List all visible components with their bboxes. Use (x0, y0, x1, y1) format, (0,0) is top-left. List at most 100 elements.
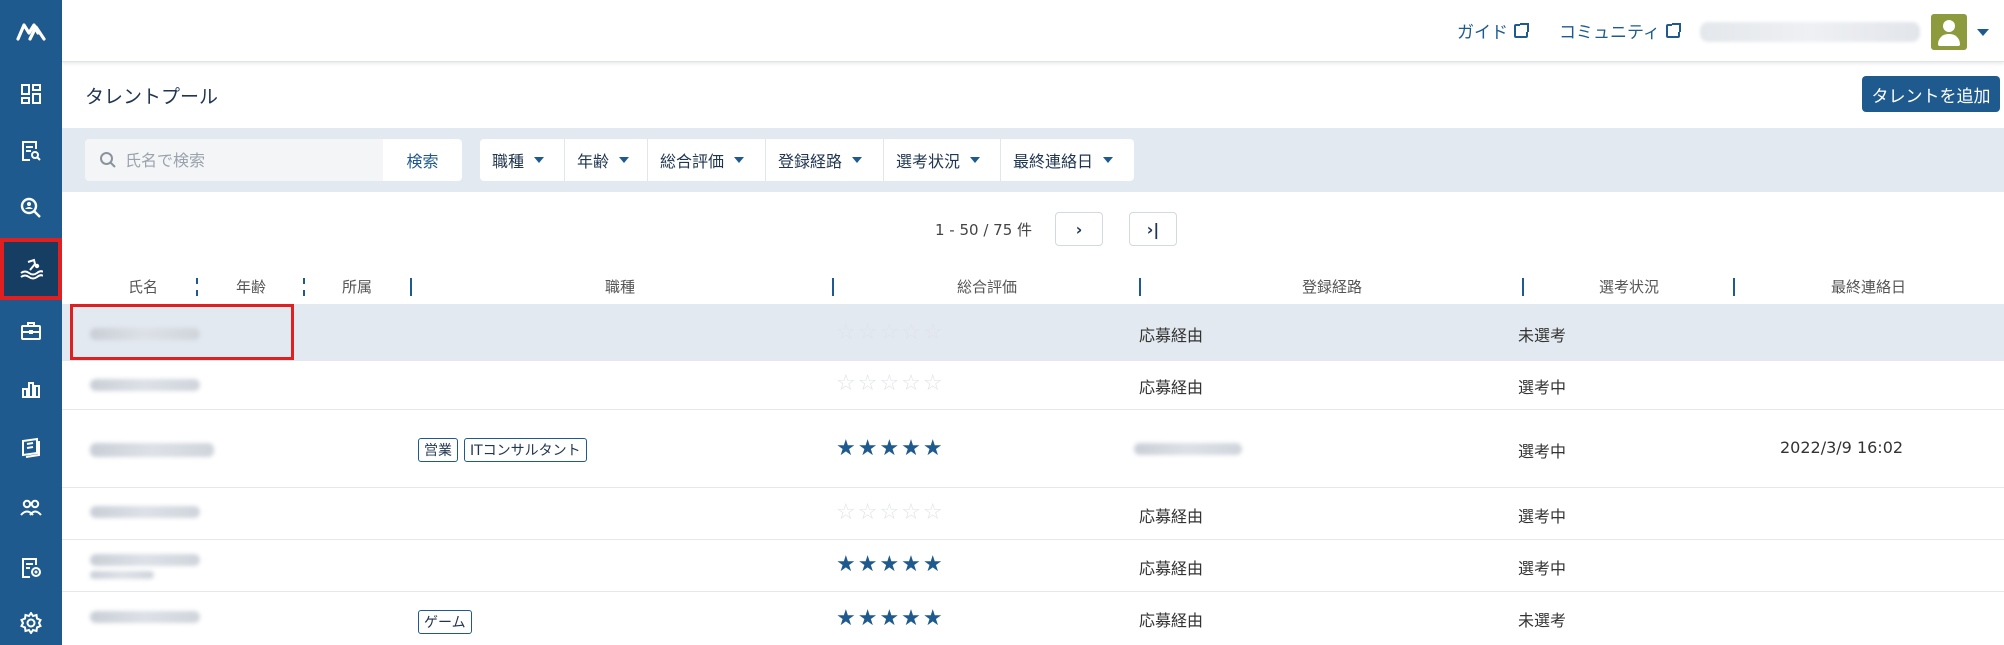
filter-label: 年齢 (577, 152, 610, 171)
sidebar-item-settings[interactable] (0, 600, 62, 645)
dashboard-icon (21, 84, 41, 104)
table-row[interactable]: ☆☆☆☆☆ 応募経由 選考中 (62, 488, 2004, 540)
analytics-icon (22, 382, 40, 398)
filter-label: 登録経路 (778, 152, 843, 171)
search-button[interactable]: 検索 (383, 139, 462, 181)
filter-job-type[interactable]: 職種 (480, 139, 565, 181)
filter-last-contact[interactable]: 最終連絡日 (1001, 139, 1134, 181)
last-page-icon: ›| (1146, 219, 1160, 239)
book-icon (22, 437, 40, 458)
column-resizer[interactable] (303, 278, 305, 296)
candidate-name-blurred[interactable] (90, 506, 200, 518)
chevron-right-icon: › (1075, 219, 1083, 239)
form-settings-icon (22, 558, 41, 578)
search-box[interactable] (85, 139, 383, 181)
column-header-last-contact[interactable]: 最終連絡日 (1831, 276, 1906, 297)
highlight-annotation (70, 304, 294, 360)
search-icon (100, 152, 116, 168)
table-row[interactable]: ☆☆☆☆☆ 応募経由 未選考 (62, 304, 2004, 361)
column-header-overall-rating[interactable]: 総合評価 (957, 276, 1017, 297)
caret-down-icon (534, 157, 545, 163)
sidebar-item-talent-pool[interactable] (0, 238, 62, 300)
filter-group: 職種 年齢 総合評価 登録経路 選考状況 最終連絡日 (480, 139, 1134, 181)
column-resizer[interactable] (1522, 278, 1524, 296)
filter-overall-rating[interactable]: 総合評価 (648, 139, 766, 181)
sidebar-item-jobs[interactable] (0, 123, 62, 179)
add-talent-button[interactable]: タレントを追加 (1862, 76, 2000, 112)
registration-route: 応募経由 (1139, 611, 1204, 630)
sidebar-item-search[interactable] (0, 180, 62, 236)
rating-stars-empty[interactable]: ☆☆☆☆☆ (836, 373, 945, 395)
sidebar-item-users[interactable] (0, 480, 62, 536)
table-row[interactable]: ★★★★★ 応募経由 選考中 (62, 540, 2004, 592)
guide-link[interactable]: ガイド (1457, 18, 1529, 43)
next-page-button[interactable]: › (1055, 212, 1103, 246)
caret-down-icon (1103, 157, 1114, 163)
community-link-label: コミュニティ (1559, 23, 1660, 43)
candidate-name-blurred[interactable] (90, 554, 200, 566)
filter-selection-status[interactable]: 選考状況 (884, 139, 1001, 181)
registration-route: 応募経由 (1139, 507, 1204, 526)
job-tag: ITコンサルタント (464, 438, 587, 462)
candidate-name-blurred[interactable] (90, 611, 200, 623)
rating-stars-empty[interactable]: ☆☆☆☆☆ (836, 502, 945, 524)
search-input[interactable] (125, 150, 355, 170)
caret-down-icon (734, 157, 745, 163)
filter-label: 選考状況 (896, 152, 961, 171)
last-page-button[interactable]: ›| (1129, 212, 1177, 246)
column-resizer[interactable] (832, 278, 834, 296)
avatar-head (1943, 20, 1955, 32)
chevron-down-icon[interactable] (1977, 29, 1989, 36)
logo[interactable] (0, 0, 62, 62)
column-header-selection-status[interactable]: 選考状況 (1599, 276, 1659, 297)
rating-stars-full[interactable]: ★★★★★ (836, 554, 945, 576)
column-resizer[interactable] (410, 278, 412, 296)
column-header-affiliation[interactable]: 所属 (342, 276, 372, 297)
column-resizer[interactable] (1139, 278, 1141, 296)
filter-age[interactable]: 年齢 (565, 139, 648, 181)
table-row[interactable]: ☆☆☆☆☆ 応募経由 選考中 (62, 361, 2004, 410)
registration-route-blurred (1134, 443, 1242, 455)
avatar-body (1938, 34, 1960, 46)
selection-status: 未選考 (1518, 611, 1567, 630)
search-person-icon (20, 197, 41, 218)
external-link-icon (1514, 22, 1529, 38)
column-header-name[interactable]: 氏名 (128, 276, 158, 297)
selection-status: 未選考 (1518, 326, 1567, 345)
table-row[interactable]: ゲーム ★★★★★ 応募経由 未選考 (62, 592, 2004, 645)
selection-status: 選考中 (1518, 378, 1567, 397)
registration-route: 応募経由 (1139, 326, 1204, 345)
sidebar-item-jobs-open[interactable] (0, 303, 62, 359)
selection-status: 選考中 (1518, 442, 1567, 461)
page-title: タレントプール (85, 86, 219, 108)
column-header-registration-route[interactable]: 登録経路 (1302, 276, 1362, 297)
candidate-name-blurred[interactable] (90, 379, 200, 391)
selection-status: 選考中 (1518, 559, 1567, 578)
registration-route: 応募経由 (1139, 378, 1204, 397)
caret-down-icon (852, 157, 863, 163)
job-tags: 営業 ITコンサルタント (418, 438, 593, 462)
rating-stars-empty[interactable]: ☆☆☆☆☆ (836, 322, 945, 344)
user-email-blurred (1700, 22, 1920, 42)
avatar[interactable] (1931, 14, 1967, 50)
filter-registration-route[interactable]: 登録経路 (766, 139, 884, 181)
sidebar-item-forms[interactable] (0, 540, 62, 596)
filter-label: 最終連絡日 (1013, 152, 1094, 171)
talent-pool-icon (20, 258, 43, 280)
rating-stars-full[interactable]: ★★★★★ (836, 438, 945, 460)
column-resizer[interactable] (1733, 278, 1735, 296)
logo-icon (16, 23, 46, 41)
gear-icon (20, 611, 42, 634)
column-header-job-type[interactable]: 職種 (605, 276, 635, 297)
sidebar-item-analytics[interactable] (0, 360, 62, 416)
community-link[interactable]: コミュニティ (1559, 18, 1681, 43)
sidebar-item-documents[interactable] (0, 420, 62, 476)
rating-stars-full[interactable]: ★★★★★ (836, 608, 945, 630)
sidebar-item-dashboard[interactable] (0, 66, 62, 122)
candidate-name-blurred[interactable] (90, 443, 214, 457)
table-row[interactable]: 営業 ITコンサルタント ★★★★★ 選考中 2022/3/9 16:02 (62, 410, 2004, 488)
column-resizer[interactable] (196, 278, 198, 296)
column-header-age[interactable]: 年齢 (236, 276, 266, 297)
last-contact-date: 2022/3/9 16:02 (1780, 438, 1904, 457)
caret-down-icon (619, 157, 630, 163)
